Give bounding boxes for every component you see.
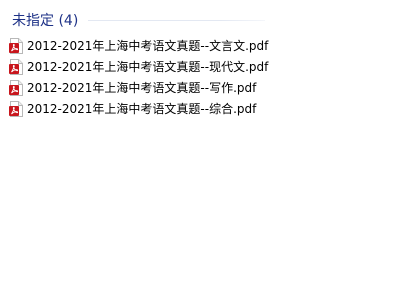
file-name: 2012-2021年上海中考语文真题--写作.pdf — [27, 80, 257, 95]
pdf-file-icon — [9, 37, 23, 54]
file-list-pane: 未指定 (4) 2012-2021年上海中考语文真题--文言文.pdf 2012… — [0, 0, 408, 293]
file-item-pdf[interactable]: 2012-2021年上海中考语文真题--写作.pdf — [9, 77, 268, 98]
group-title: 未指定 (4) — [12, 13, 79, 29]
pdf-file-icon — [9, 100, 23, 117]
pdf-file-icon — [9, 79, 23, 96]
file-list: 2012-2021年上海中考语文真题--文言文.pdf 2012-2021年上海… — [9, 35, 268, 119]
group-header[interactable]: 未指定 (4) — [12, 11, 78, 31]
group-divider — [88, 20, 265, 21]
file-item-pdf[interactable]: 2012-2021年上海中考语文真题--文言文.pdf — [9, 35, 268, 56]
file-name: 2012-2021年上海中考语文真题--现代文.pdf — [27, 59, 269, 74]
file-name: 2012-2021年上海中考语文真题--综合.pdf — [27, 101, 257, 116]
file-item-pdf[interactable]: 2012-2021年上海中考语文真题--现代文.pdf — [9, 56, 268, 77]
file-name: 2012-2021年上海中考语文真题--文言文.pdf — [27, 38, 269, 53]
file-item-pdf[interactable]: 2012-2021年上海中考语文真题--综合.pdf — [9, 98, 268, 119]
pdf-file-icon — [9, 58, 23, 75]
